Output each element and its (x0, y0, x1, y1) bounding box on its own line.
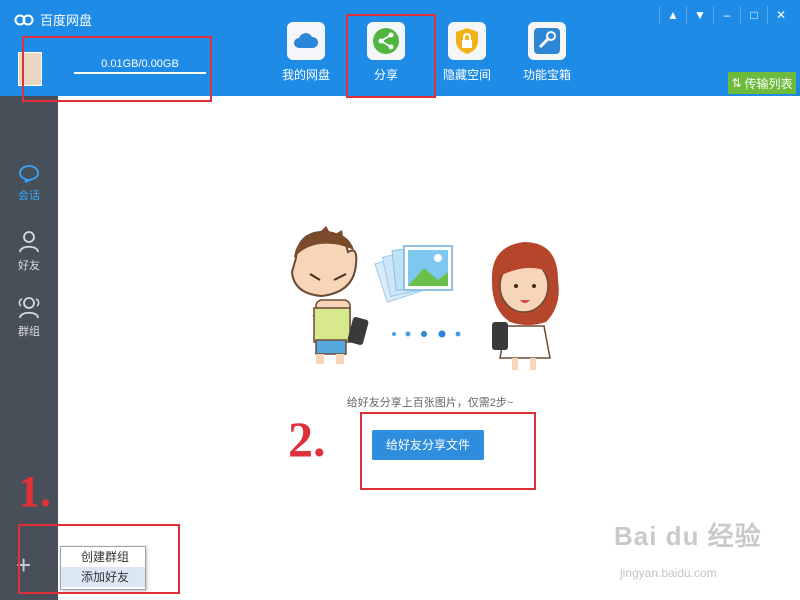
nav-label: 我的网盘 (281, 68, 330, 82)
girl-illustration (491, 242, 559, 370)
sidebar-item-friends[interactable]: 好友 (0, 230, 58, 273)
annotation-box-user (22, 36, 212, 102)
lock-icon (448, 22, 486, 60)
nav-my-disk[interactable]: 我的网盘 (271, 18, 341, 88)
friend-icon (19, 231, 39, 253)
watermark: Bai du 经验 (614, 521, 762, 551)
sidebar-item-label: 会话 (18, 190, 40, 202)
close-icon[interactable]: ✕ (767, 6, 794, 24)
toolbox-icon (528, 22, 566, 60)
annotation-box-menu (18, 524, 180, 594)
app-window: 百度网盘 0.01GB/0.00GB 我的网盘 分享 隐藏空间 功能宝箱 ▲ ▼… (0, 0, 800, 600)
sidebar-item-groups[interactable]: 群组 (0, 296, 58, 339)
photos-illustration (374, 245, 461, 338)
chat-icon (19, 165, 39, 183)
annotation-box-share-tab (346, 14, 436, 98)
minimize-icon[interactable]: – (713, 6, 740, 24)
window-controls: ▲ ▼ – □ ✕ (659, 6, 794, 24)
baidu-cloud-logo-icon (14, 14, 34, 25)
transfer-icon: ⇅ (731, 76, 742, 90)
dropdown-icon[interactable]: ▼ (686, 6, 713, 24)
step-label-2: 2. (288, 411, 326, 467)
watermark-url: jingyan.baidu.com (620, 566, 717, 580)
group-icon (18, 297, 40, 319)
transfer-label: 传输列表 (744, 76, 793, 91)
annotation-box-share-button (360, 412, 536, 490)
transfer-list-button[interactable]: ⇅ 传输列表 (728, 72, 796, 94)
app-title: 百度网盘 (40, 13, 93, 28)
sidebar-item-label: 好友 (18, 260, 40, 272)
share-hint-text: 给好友分享上百张图片，仅需2步~ (346, 397, 514, 409)
sidebar-item-label: 群组 (18, 326, 40, 338)
boy-illustration (290, 226, 369, 364)
bell-icon[interactable]: ▲ (659, 6, 686, 24)
sidebar-item-chat[interactable]: 会话 (0, 164, 58, 203)
app-logo: 百度网盘 (14, 10, 92, 29)
nav-label: 隐藏空间 (442, 68, 491, 82)
nav-toolbox[interactable]: 功能宝箱 (512, 18, 582, 88)
nav-hidden-space[interactable]: 隐藏空间 (432, 18, 502, 88)
cloud-icon (287, 22, 325, 60)
maximize-icon[interactable]: □ (740, 6, 767, 24)
nav-label: 功能宝箱 (522, 68, 571, 82)
step-label-1: 1. (18, 467, 51, 516)
